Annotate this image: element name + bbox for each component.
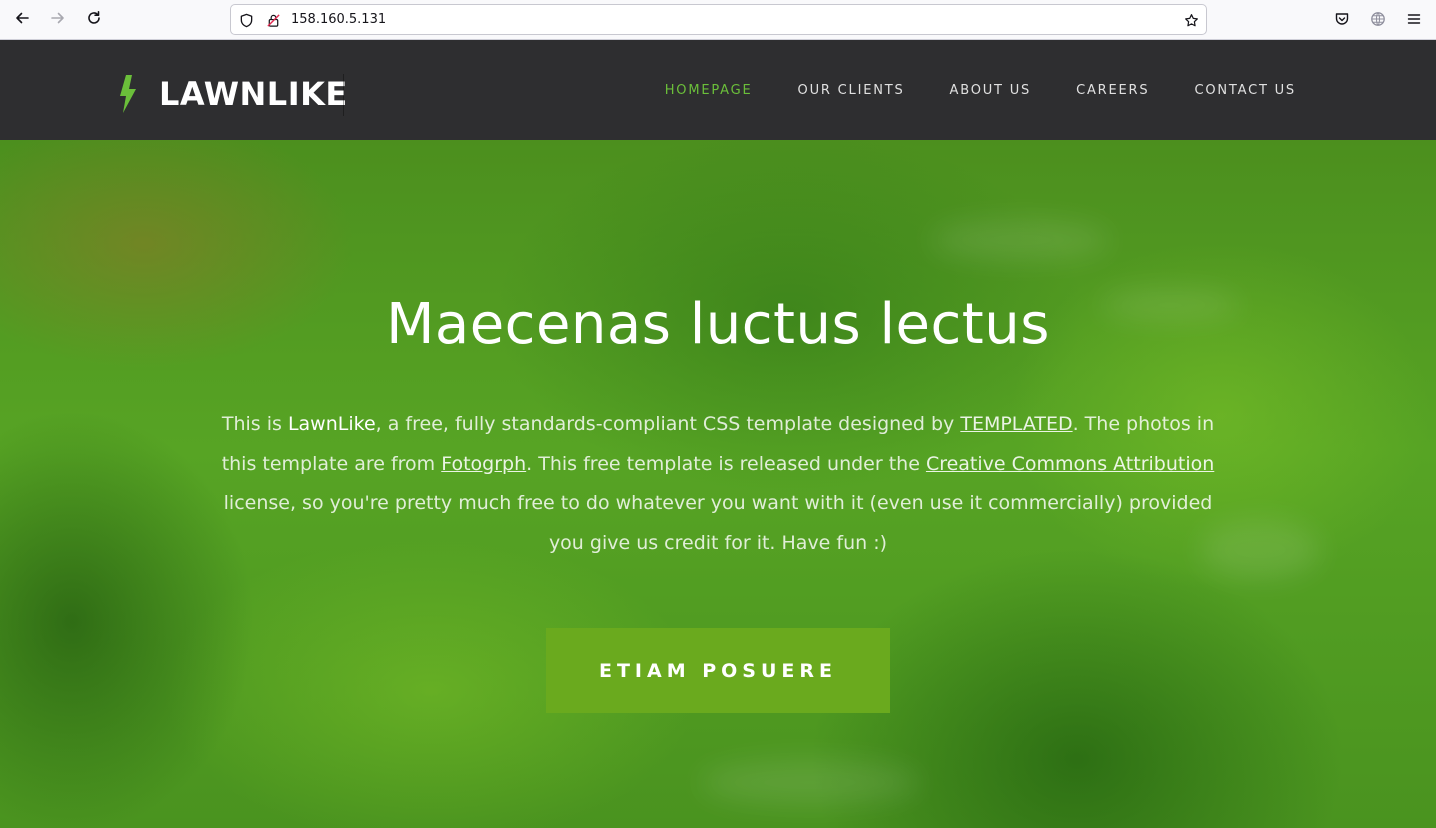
site-logo[interactable]: LAWNLIKE — [117, 74, 348, 114]
forward-button[interactable] — [45, 7, 71, 33]
nav-our-clients[interactable]: OUR CLIENTS — [798, 83, 905, 98]
address-bar[interactable]: 158.160.5.131 — [230, 4, 1207, 35]
hero-text-segment: This is — [221, 413, 288, 435]
tracking-protection-shield-icon[interactable] — [238, 12, 254, 28]
reload-icon — [86, 10, 102, 30]
forward-arrow-icon — [50, 10, 66, 30]
fotogrph-link[interactable]: Fotogrph — [441, 453, 526, 475]
hero-text-segment: , a free, fully standards-compliant CSS … — [375, 413, 961, 435]
bookmark-star-icon[interactable] — [1183, 12, 1199, 28]
logo-divider — [343, 74, 344, 116]
background-blur-streak — [700, 760, 920, 805]
hamburger-menu-icon[interactable] — [1405, 10, 1423, 28]
hero-text-segment: license, so you're pretty much free to d… — [223, 492, 1213, 554]
hero-description: This is LawnLike, a free, fully standard… — [218, 405, 1218, 563]
reload-button[interactable] — [81, 7, 107, 33]
site-header: LAWNLIKE HOMEPAGE OUR CLIENTS ABOUT US C… — [0, 40, 1436, 140]
logo-text: LAWNLIKE — [159, 75, 348, 113]
hero-title: Maecenas luctus lectus — [386, 292, 1050, 357]
hero-banner: Maecenas luctus lectus This is LawnLike,… — [0, 140, 1436, 828]
nav-careers[interactable]: CAREERS — [1076, 83, 1149, 98]
back-button[interactable] — [9, 7, 35, 33]
nav-about-us[interactable]: ABOUT US — [950, 83, 1032, 98]
url-text[interactable]: 158.160.5.131 — [291, 12, 386, 27]
creative-commons-link[interactable]: Creative Commons Attribution — [926, 453, 1214, 475]
main-nav: HOMEPAGE OUR CLIENTS ABOUT US CAREERS CO… — [620, 40, 1296, 140]
nav-homepage[interactable]: HOMEPAGE — [665, 83, 753, 98]
background-blur-streak — [1200, 520, 1320, 580]
insecure-lock-icon[interactable] — [265, 12, 281, 28]
pocket-icon[interactable] — [1333, 10, 1351, 28]
hero-text-segment: . This free template is released under t… — [526, 452, 926, 475]
templated-link[interactable]: TEMPLATED — [960, 413, 1072, 435]
hero-brand-name: LawnLike — [287, 413, 376, 435]
browser-toolbar: 158.160.5.131 — [0, 0, 1436, 40]
lightning-bolt-icon — [117, 75, 139, 113]
back-arrow-icon — [14, 10, 30, 30]
globe-icon[interactable] — [1369, 10, 1387, 28]
etiam-posuere-button[interactable]: ETIAM POSUERE — [546, 628, 890, 713]
background-blur-streak — [930, 220, 1110, 260]
nav-contact-us[interactable]: CONTACT US — [1194, 83, 1296, 98]
